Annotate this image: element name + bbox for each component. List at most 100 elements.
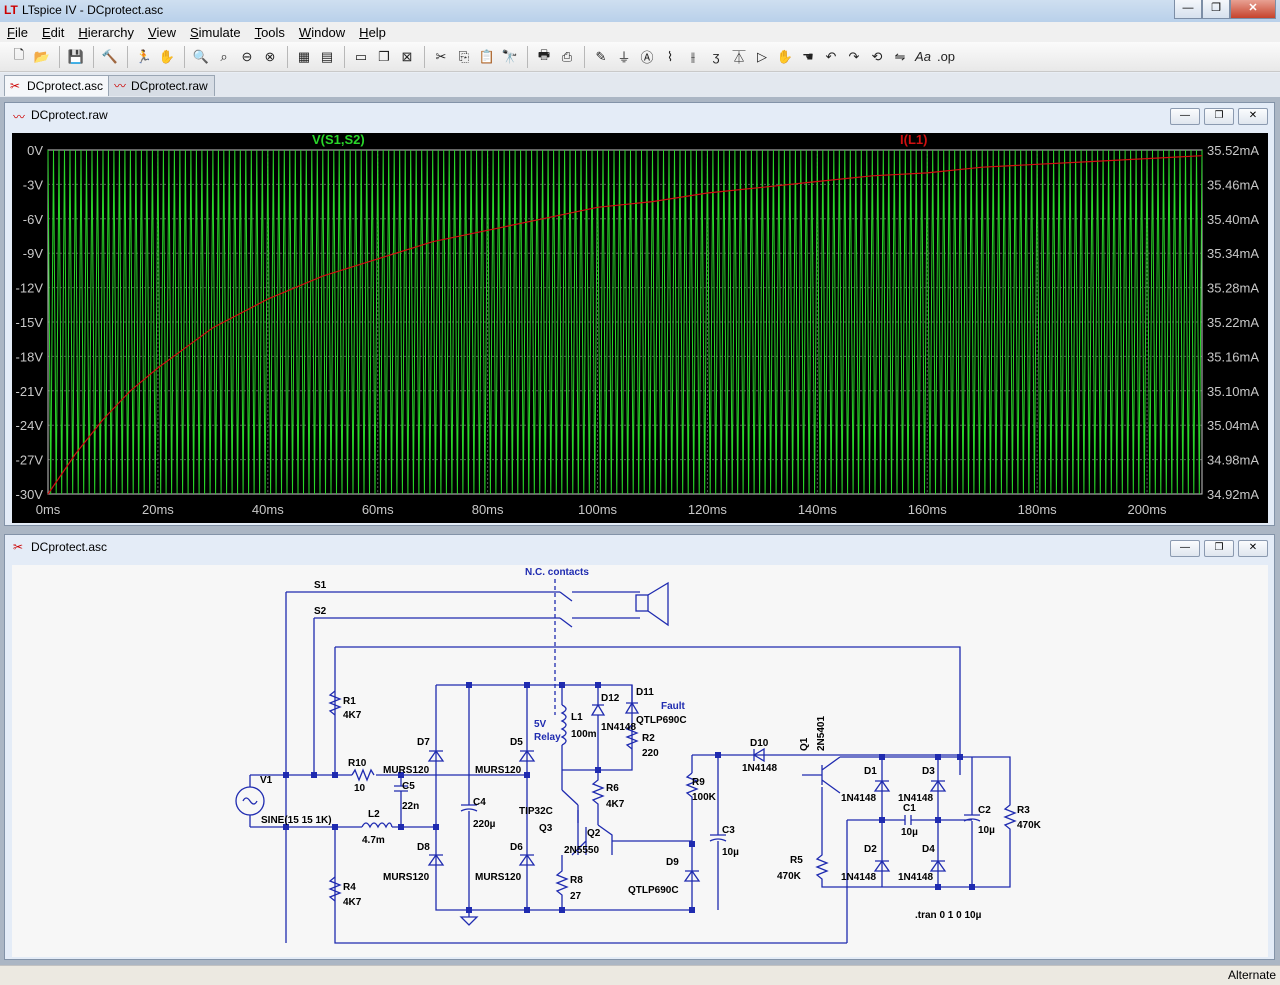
minimize-button[interactable]: — (1170, 108, 1200, 125)
inductor-icon[interactable]: ʒ (705, 46, 727, 68)
maximize-button[interactable]: ❐ (1204, 540, 1234, 557)
tab-dcprotect-raw[interactable]: 〰 DCprotect.raw (108, 75, 215, 96)
menu-file[interactable]: File (0, 25, 35, 40)
print-icon[interactable]: ⎙ (556, 46, 578, 68)
label-d1-value: 1N4148 (841, 793, 876, 804)
close-button[interactable]: ✕ (1238, 108, 1268, 125)
status-bar: Alternate (0, 965, 1280, 985)
toolbar-separator (424, 45, 425, 68)
x-tick-label: 40ms (252, 502, 284, 517)
zoom-in-icon[interactable]: 🔍 (190, 46, 212, 68)
x-tick-label: 100ms (578, 502, 618, 517)
draw-wire-icon[interactable]: ✎ (590, 46, 612, 68)
y-right-tick-label: 35.40mA (1207, 212, 1259, 227)
zoom-fit-icon[interactable]: ⊗ (259, 46, 281, 68)
x-tick-label: 120ms (688, 502, 728, 517)
drag-icon[interactable]: ☚ (797, 46, 819, 68)
label-q2: Q2 (587, 828, 601, 839)
y-left-tick-label: -9V (23, 246, 44, 261)
window-controls: — ❐ ✕ (1174, 0, 1276, 19)
label-d2: D2 (864, 844, 877, 855)
rotate-icon[interactable]: ⟲ (866, 46, 888, 68)
minimize-button[interactable]: — (1170, 540, 1200, 557)
new-schematic-icon[interactable]: 🗋 (8, 46, 30, 68)
label-net-icon[interactable]: Ⓐ (636, 46, 658, 68)
label-d4-value: 1N4148 (898, 872, 933, 883)
tile-horizontal-icon[interactable]: ▭ (350, 46, 372, 68)
maximize-button[interactable]: ❐ (1204, 108, 1234, 125)
label-q3-value: TIP32C (519, 806, 553, 817)
y-right-tick-label: 35.22mA (1207, 315, 1259, 330)
x-tick-label: 0ms (36, 502, 61, 517)
label-q2-value: 2N5550 (564, 845, 599, 856)
cascade-icon[interactable]: ❐ (373, 46, 395, 68)
diode-icon[interactable]: ⏄ (728, 46, 750, 68)
menu-tools[interactable]: Tools (248, 25, 292, 40)
toolbar: 🗋 📂 💾 🔨 🏃 ✋ 🔍 ⌕ ⊖ ⊗ ▦ ▤ ▭ ❐ ⊠ ✂ ⎘ 📋 🔭 🖶 … (0, 42, 1280, 72)
capacitor-icon[interactable]: ⫲ (682, 46, 704, 68)
menu-hierarchy[interactable]: Hierarchy (71, 25, 141, 40)
waveform-window-title: DCprotect.raw (31, 108, 108, 122)
spice-directive-tran[interactable]: .tran 0 1 0 10µ (915, 910, 982, 921)
menu-help[interactable]: Help (352, 25, 393, 40)
toolbar-separator (93, 45, 94, 68)
ground-icon[interactable]: ⏚ (613, 46, 635, 68)
trace-label-v-s1-s2: V(S1,S2) (312, 133, 365, 147)
autorange-icon[interactable]: ▦ (293, 46, 315, 68)
schematic-canvas[interactable]: S1 S2 N.C. contacts R1 4K7 R10 10 C5 22n… (12, 565, 1268, 957)
label-r9: R9 (692, 777, 705, 788)
label-l2: L2 (368, 809, 380, 820)
text-icon[interactable]: Aa (912, 46, 934, 68)
maximize-button[interactable]: ❐ (1202, 0, 1230, 19)
move-icon[interactable]: ✋ (774, 46, 796, 68)
save-icon[interactable]: 💾 (65, 46, 87, 68)
run-icon[interactable]: 🏃 (133, 46, 155, 68)
menu-view[interactable]: View (141, 25, 183, 40)
close-button[interactable]: ✕ (1230, 0, 1276, 19)
redo-icon[interactable]: ↷ (843, 46, 865, 68)
minimize-button[interactable]: — (1174, 0, 1202, 19)
y-right-tick-label: 34.98mA (1207, 453, 1259, 468)
label-r2: R2 (642, 733, 655, 744)
plot-settings-icon[interactable]: ▤ (316, 46, 338, 68)
component-icon[interactable]: ▷ (751, 46, 773, 68)
halt-icon[interactable]: ✋ (156, 46, 178, 68)
close-window-icon[interactable]: ⊠ (396, 46, 418, 68)
label-q3: Q3 (539, 823, 553, 834)
mirror-icon[interactable]: ⇋ (889, 46, 911, 68)
mdi-workspace: 〰 DCprotect.raw — ❐ ✕ 0ms 20ms 40ms 60ms 80m… (0, 97, 1280, 965)
close-button[interactable]: ✕ (1238, 540, 1268, 557)
copy-icon[interactable]: ⎘ (453, 46, 475, 68)
cut-icon[interactable]: ✂ (430, 46, 452, 68)
toolbar-separator (344, 45, 345, 68)
print-preview-icon[interactable]: 🖶 (533, 46, 555, 68)
label-q1-value: 2N5401 (816, 716, 827, 751)
tab-label: DCprotect.asc (27, 79, 104, 93)
schematic-drawing[interactable]: S1 S2 N.C. contacts R1 4K7 R10 10 C5 22n… (12, 565, 1268, 957)
zoom-out-icon[interactable]: ⊖ (236, 46, 258, 68)
paste-icon[interactable]: 📋 (476, 46, 498, 68)
y-right-tick-label: 35.28mA (1207, 281, 1259, 296)
spice-directive-icon[interactable]: .op (935, 46, 957, 68)
label-d12: D12 (601, 693, 620, 704)
tab-dcprotect-asc[interactable]: ✂ DCprotect.asc (4, 75, 111, 96)
menu-simulate[interactable]: Simulate (183, 25, 248, 40)
menu-edit[interactable]: Edit (35, 25, 71, 40)
x-tick-label: 180ms (1018, 502, 1058, 517)
control-panel-icon[interactable]: 🔨 (99, 46, 121, 68)
resistor-icon[interactable]: ⌇ (659, 46, 681, 68)
pan-icon[interactable]: ⌕ (213, 46, 235, 68)
label-d5: D5 (510, 737, 523, 748)
waveform-plot[interactable]: 0ms 20ms 40ms 60ms 80ms 100ms 120ms 140ms 160ms 1… (12, 132, 1268, 523)
find-icon[interactable]: 🔭 (499, 46, 521, 68)
undo-icon[interactable]: ↶ (820, 46, 842, 68)
schematic-icon: ✂ (13, 540, 24, 554)
y-right-tick-label: 35.34mA (1207, 246, 1259, 261)
waveform-chart[interactable]: 0ms 20ms 40ms 60ms 80ms 100ms 120ms 140ms 160ms 1… (12, 132, 1268, 523)
label-c1-value: 10µ (901, 827, 918, 838)
schematic-icon: ✂ (10, 79, 21, 93)
toolbar-separator (184, 45, 185, 68)
y-left-tick-label: -21V (16, 384, 44, 399)
open-icon[interactable]: 📂 (31, 46, 53, 68)
menu-window[interactable]: Window (292, 25, 352, 40)
